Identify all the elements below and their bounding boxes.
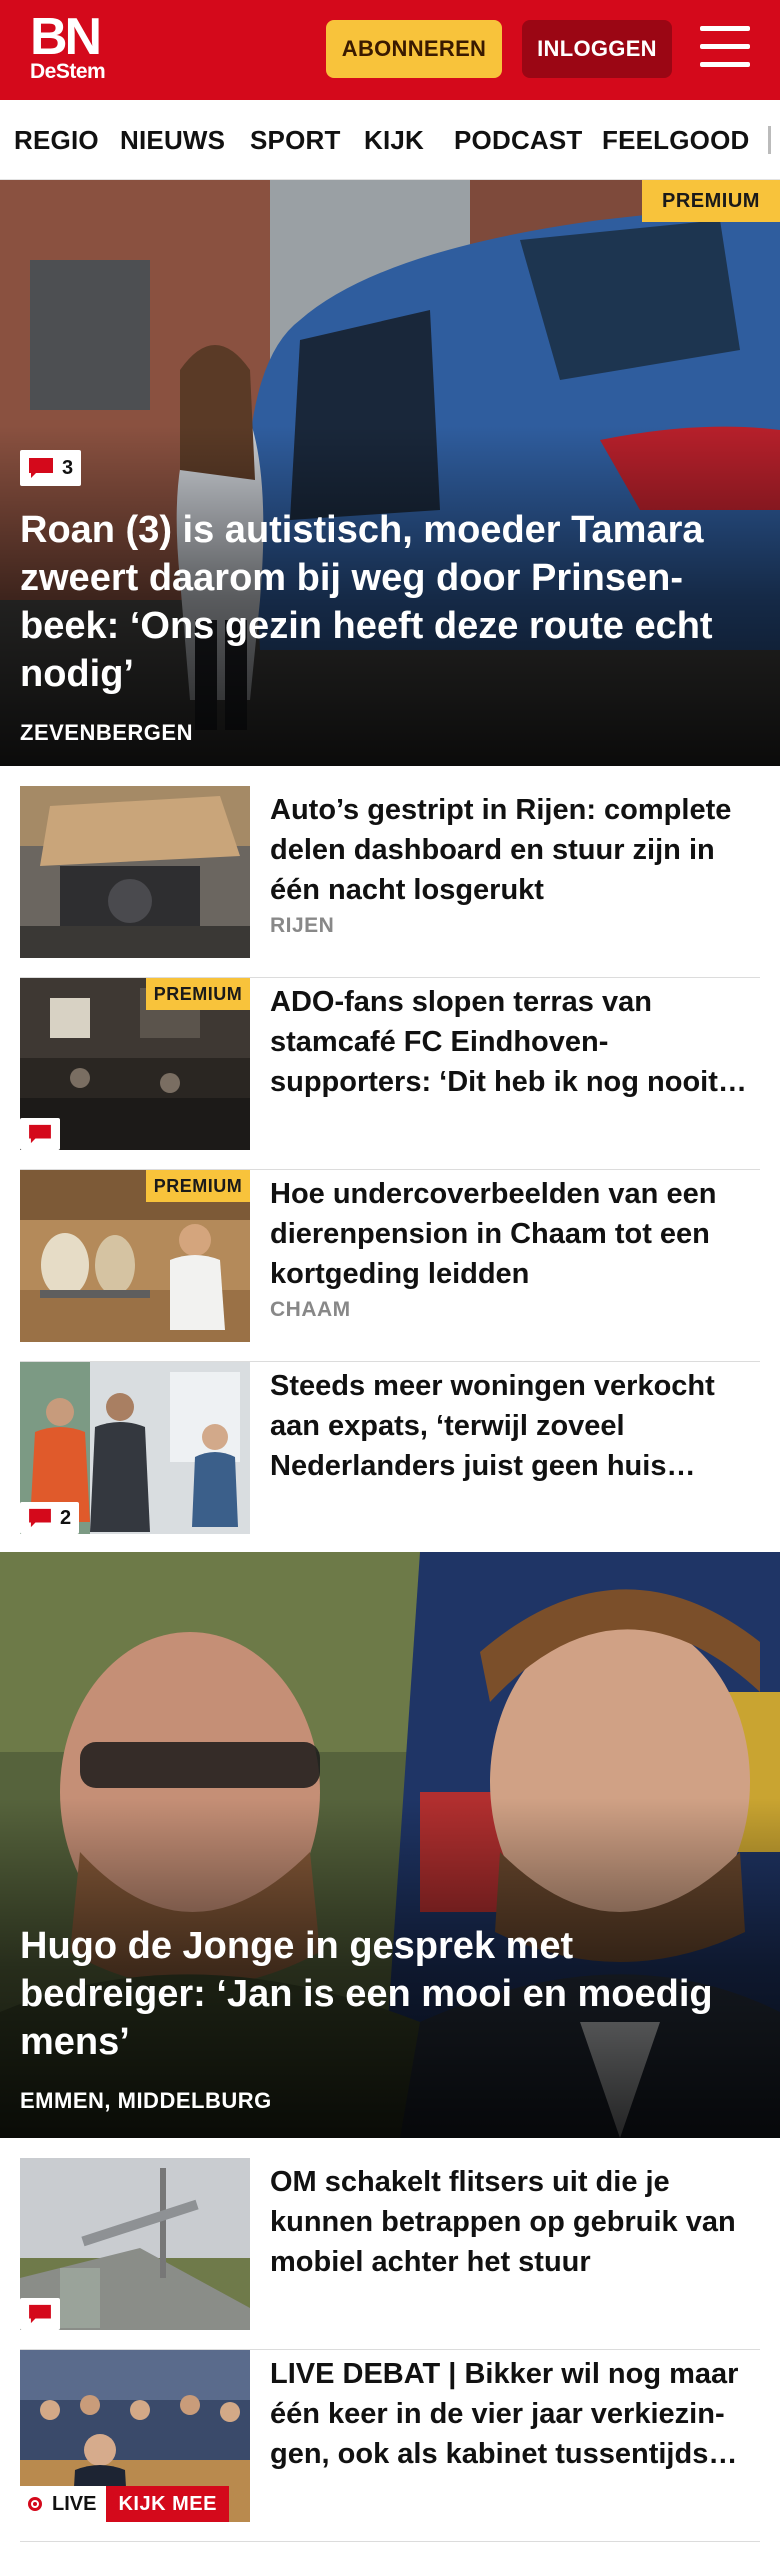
subscribe-button[interactable]: ABONNEREN [326,20,502,78]
comment-icon [29,1508,51,1528]
list-item[interactable]: OM schakelt flitsers uit die je kunnen b… [20,2158,760,2350]
site-header: BN DeStem ABONNEREN INLOGGEN [0,0,780,100]
article-location-tag: RIJEN [270,914,335,937]
nav-item-nieuws[interactable]: NIEUWS [120,100,225,179]
hero-location-tag: ZEVENBERGEN [20,720,193,745]
nav-item-feelgood[interactable]: FEELGOOD [602,100,750,179]
list-item[interactable]: Auto’s gestript in Rijen: complete delen… [20,786,760,978]
comment-count-badge[interactable] [20,2298,60,2330]
article-thumbnail: 2 [20,1362,250,1534]
list-item[interactable]: PREMIUM ADO-fans slopen terras van stamc… [20,978,760,1170]
live-label: LIVE [20,2486,107,2522]
article-headline[interactable]: Steeds meer woningen verkocht aan expats… [270,1366,760,1486]
list-item[interactable]: PREMIUM Hoe undercoverbeelden van een di… [20,1170,760,1362]
logo-main-text: BN [30,8,102,66]
login-button[interactable]: INLOGGEN [522,20,672,78]
hero-headline[interactable]: Roan (3) is autistisch, moeder Tamara zw… [20,506,760,698]
nav-item-podcast[interactable]: PODCAST [454,100,583,179]
hero-article-2[interactable]: Hugo de Jonge in gesprek met bedreiger: … [0,1552,780,2138]
comment-icon [29,2304,51,2324]
article-location-tag: CHAAM [270,1298,351,1321]
live-strip[interactable]: LIVE KIJK MEE [20,2486,229,2522]
menu-icon[interactable] [700,26,750,70]
premium-badge: PREMIUM [146,1170,250,1202]
hero-headline[interactable]: Hugo de Jonge in gesprek met bedreiger: … [20,1922,760,2066]
article-headline[interactable]: LIVE DEBAT | Bikker wil nog maar één kee… [270,2354,760,2474]
thumbnail-image [20,786,250,958]
article-thumbnail [20,2158,250,2330]
comment-count: 3 [62,456,74,479]
comment-count: 2 [60,1506,72,1529]
list-item[interactable]: LIVE KIJK MEE LIVE DEBAT | Bikker wil no… [20,2350,760,2542]
article-thumbnail: LIVE KIJK MEE [20,2350,250,2522]
article-thumbnail [20,786,250,958]
comment-icon [29,1124,51,1144]
nav-overflow-indicator [768,126,771,154]
article-headline[interactable]: ADO-fans slopen terras van stamcafé FC E… [270,982,760,1102]
article-thumbnail: PREMIUM [20,1170,250,1342]
article-headline[interactable]: Auto’s gestript in Rijen: complete delen… [270,790,760,910]
comment-count-badge[interactable]: 2 [20,1502,80,1534]
article-headline[interactable]: Hoe undercoverbeelden van een dierenpens… [270,1174,760,1294]
hero-location-tag: EMMEN, MIDDELBURG [20,2088,272,2113]
list-item[interactable]: 2 Steeds meer woningen verkocht aan expa… [20,1362,760,1554]
nav-item-sport[interactable]: SPORT [250,100,341,179]
premium-badge: PREMIUM [642,180,780,222]
logo-sub-text: DeStem [30,60,106,83]
section-nav: REGIO NIEUWS SPORT KIJK PODCAST FEELGOOD [0,100,780,180]
comment-icon [29,458,53,478]
article-thumbnail: PREMIUM [20,978,250,1150]
article-headline[interactable]: OM schakelt flitsers uit die je kunnen b… [270,2162,760,2282]
live-indicator-icon [28,2497,42,2511]
nav-item-kijk[interactable]: KIJK [364,100,424,179]
watch-live-button[interactable]: KIJK MEE [106,2486,229,2522]
comment-count-badge[interactable]: 3 [20,450,82,486]
logo[interactable]: BN DeStem [30,8,130,84]
live-text: LIVE [52,2493,97,2515]
hero-article-1[interactable]: PREMIUM 3 Roan (3) is autistisch, moeder… [0,180,780,766]
nav-item-regio[interactable]: REGIO [14,100,99,179]
comment-count-badge[interactable] [20,1118,60,1150]
premium-badge: PREMIUM [146,978,250,1010]
